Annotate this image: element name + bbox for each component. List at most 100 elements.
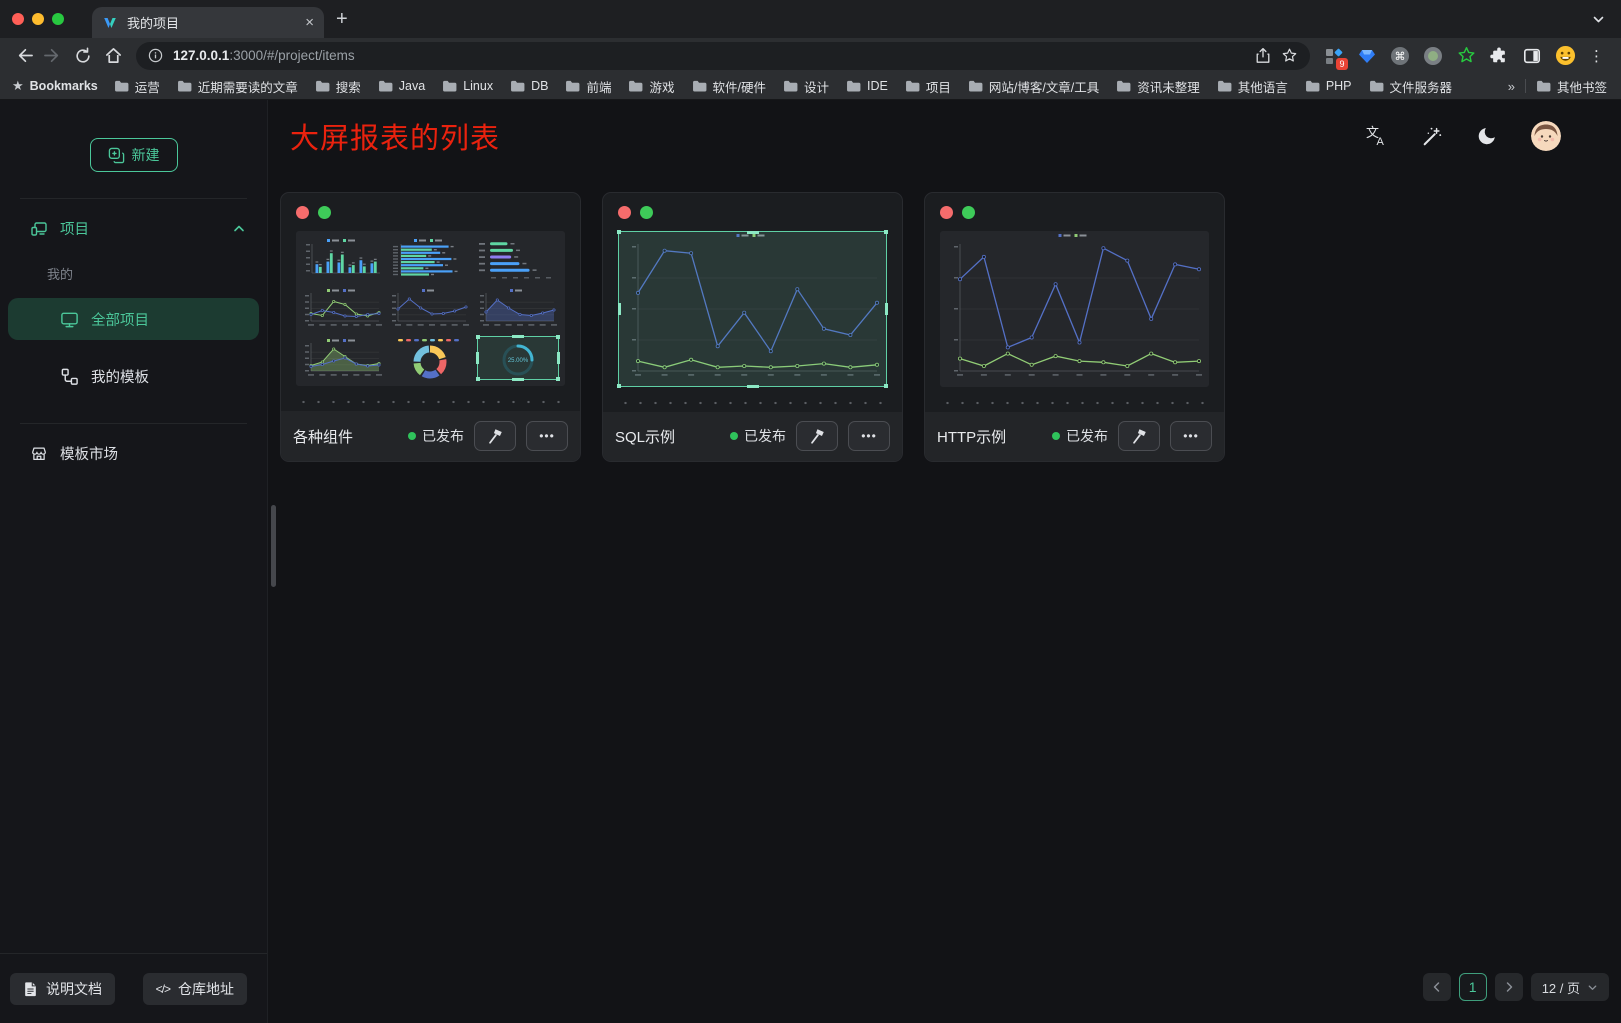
tab-search-chevron-icon[interactable] bbox=[1592, 13, 1605, 26]
bookmark-folder[interactable]: Linux bbox=[442, 79, 493, 93]
translate-icon[interactable]: 文A bbox=[1364, 124, 1388, 148]
project-title: 各种组件 bbox=[293, 426, 398, 447]
url-text[interactable]: 127.0.0.1:3000/#/project/items bbox=[173, 48, 355, 63]
extension-command-icon[interactable]: ⌘ bbox=[1388, 44, 1412, 68]
minimize-window-button[interactable] bbox=[32, 13, 44, 25]
zoom-window-button[interactable] bbox=[52, 13, 64, 25]
card-red-dot bbox=[296, 206, 309, 219]
extensions-puzzle-icon[interactable] bbox=[1487, 44, 1511, 68]
sidebar-group-projects[interactable]: 项目 bbox=[30, 218, 245, 239]
bookmark-folder[interactable]: 前端 bbox=[565, 77, 611, 96]
other-bookmarks-folder[interactable]: 其他书签 bbox=[1536, 77, 1607, 96]
bookmark-folder[interactable]: 搜索 bbox=[315, 77, 361, 96]
bookmark-folder[interactable]: 近期需要读的文章 bbox=[177, 77, 298, 96]
mini-chart-cell[interactable] bbox=[477, 237, 559, 281]
magic-wand-icon[interactable] bbox=[1421, 125, 1443, 147]
repo-button[interactable]: </> 仓库地址 bbox=[143, 973, 247, 1005]
card-footer: HTTP示例 已发布 ••• bbox=[925, 412, 1224, 461]
bookmark-folder-label: 项目 bbox=[926, 77, 951, 96]
project-card[interactable]: 25.00% 各种组件 已发布 ••• bbox=[280, 192, 581, 462]
project-preview[interactable]: 25.00% bbox=[296, 231, 565, 386]
user-avatar[interactable] bbox=[1531, 121, 1561, 151]
more-button[interactable]: ••• bbox=[526, 421, 568, 451]
side-panel-icon[interactable] bbox=[1520, 44, 1544, 68]
share-icon[interactable] bbox=[1255, 47, 1271, 64]
bookmark-folder-label: DB bbox=[531, 79, 548, 93]
card-red-dot bbox=[618, 206, 631, 219]
mini-chart-cell[interactable] bbox=[302, 286, 384, 330]
address-bar[interactable]: 127.0.0.1:3000/#/project/items bbox=[136, 42, 1310, 70]
bookmark-folder[interactable]: 文件服务器 bbox=[1369, 77, 1453, 96]
bookmark-folder[interactable]: PHP bbox=[1305, 79, 1352, 93]
sidebar-item-all-projects[interactable]: 全部项目 bbox=[8, 298, 259, 340]
project-preview[interactable] bbox=[618, 231, 887, 387]
sidebar-item-template-market[interactable]: 模板市场 bbox=[30, 443, 245, 464]
extension-gem-icon[interactable] bbox=[1355, 44, 1379, 68]
project-card[interactable]: SQL示例 已发布 ••• bbox=[602, 192, 903, 462]
bookmark-folder[interactable]: 设计 bbox=[783, 77, 829, 96]
edit-button[interactable] bbox=[1118, 421, 1160, 451]
mini-chart-cell[interactable] bbox=[389, 237, 471, 281]
more-button[interactable]: ••• bbox=[1170, 421, 1212, 451]
status-badge: 已发布 bbox=[408, 426, 464, 446]
bookmark-folder-label: 前端 bbox=[586, 77, 611, 96]
tab-close-icon[interactable]: × bbox=[305, 15, 314, 30]
scrollbar-thumb[interactable] bbox=[271, 505, 276, 587]
card-window-dots bbox=[603, 193, 902, 219]
mini-line-chart bbox=[302, 286, 384, 330]
emoji-extension-icon[interactable] bbox=[1553, 44, 1577, 68]
hammer-icon bbox=[486, 427, 504, 445]
extension-star-icon[interactable] bbox=[1454, 44, 1478, 68]
bookmark-folder[interactable]: 资讯未整理 bbox=[1116, 77, 1200, 96]
edit-button[interactable] bbox=[796, 421, 838, 451]
prev-page-button[interactable] bbox=[1423, 973, 1451, 1001]
extension-recorder-icon[interactable] bbox=[1421, 44, 1445, 68]
close-window-button[interactable] bbox=[12, 13, 24, 25]
edit-button[interactable] bbox=[474, 421, 516, 451]
mini-chart-cell[interactable] bbox=[302, 237, 384, 281]
status-badge: 已发布 bbox=[730, 426, 786, 446]
page-size-select[interactable]: 12 / 页 bbox=[1531, 973, 1609, 1001]
bookmark-folder[interactable]: IDE bbox=[846, 79, 888, 93]
bookmark-folder[interactable]: 网站/博客/文章/工具 bbox=[968, 77, 1099, 96]
home-icon[interactable] bbox=[98, 41, 128, 71]
bookmark-folder[interactable]: 游戏 bbox=[628, 77, 674, 96]
mini-chart-cell[interactable]: 25.00% bbox=[477, 336, 559, 380]
bookmark-star-icon[interactable] bbox=[1281, 47, 1298, 64]
back-icon[interactable] bbox=[8, 41, 38, 71]
reload-icon[interactable] bbox=[68, 41, 98, 71]
bookmark-folder[interactable]: 项目 bbox=[905, 77, 951, 96]
bookmark-folder[interactable]: 软件/硬件 bbox=[692, 77, 766, 96]
current-page-button[interactable]: 1 bbox=[1459, 973, 1487, 1001]
new-project-button[interactable]: 新建 bbox=[90, 138, 178, 172]
forward-icon[interactable] bbox=[38, 41, 68, 71]
bookmark-folder[interactable]: Java bbox=[378, 79, 425, 93]
bookmarks-label[interactable]: Bookmarks bbox=[30, 79, 98, 93]
new-tab-button[interactable]: + bbox=[336, 9, 348, 29]
more-button[interactable]: ••• bbox=[848, 421, 890, 451]
bookmark-folder[interactable]: 其他语言 bbox=[1217, 77, 1288, 96]
bookmarks-overflow-chevron[interactable]: » bbox=[1508, 79, 1515, 94]
card-green-dot bbox=[640, 206, 653, 219]
main-content: 大屏报表的列表 文A 25.00% bbox=[268, 100, 1621, 1023]
browser-menu-icon[interactable]: ⋮ bbox=[1581, 47, 1613, 65]
bookmark-folder[interactable]: 运营 bbox=[114, 77, 160, 96]
mini-chart-cell[interactable] bbox=[477, 286, 559, 330]
project-preview[interactable] bbox=[940, 231, 1209, 387]
site-info-icon[interactable] bbox=[148, 48, 163, 63]
page-title: 大屏报表的列表 bbox=[290, 115, 500, 157]
browser-tab[interactable]: 我的项目 × bbox=[92, 7, 324, 38]
bookmark-folder[interactable]: DB bbox=[510, 79, 548, 93]
dark-mode-moon-icon[interactable] bbox=[1476, 125, 1498, 147]
docs-button[interactable]: 说明文档 bbox=[10, 973, 115, 1005]
mini-chart-cell[interactable] bbox=[389, 336, 471, 380]
mini-chart-cell[interactable] bbox=[389, 286, 471, 330]
sidebar-item-my-templates[interactable]: 我的模板 bbox=[8, 355, 259, 397]
mini-chart-cell[interactable] bbox=[302, 336, 384, 380]
bookmark-folder-label: 运营 bbox=[135, 77, 160, 96]
next-page-button[interactable] bbox=[1495, 973, 1523, 1001]
monitor-icon bbox=[60, 310, 79, 329]
extension-metrics-icon[interactable]: 9 bbox=[1322, 44, 1346, 68]
project-card[interactable]: HTTP示例 已发布 ••• bbox=[924, 192, 1225, 462]
chevron-up-icon[interactable] bbox=[233, 223, 245, 235]
